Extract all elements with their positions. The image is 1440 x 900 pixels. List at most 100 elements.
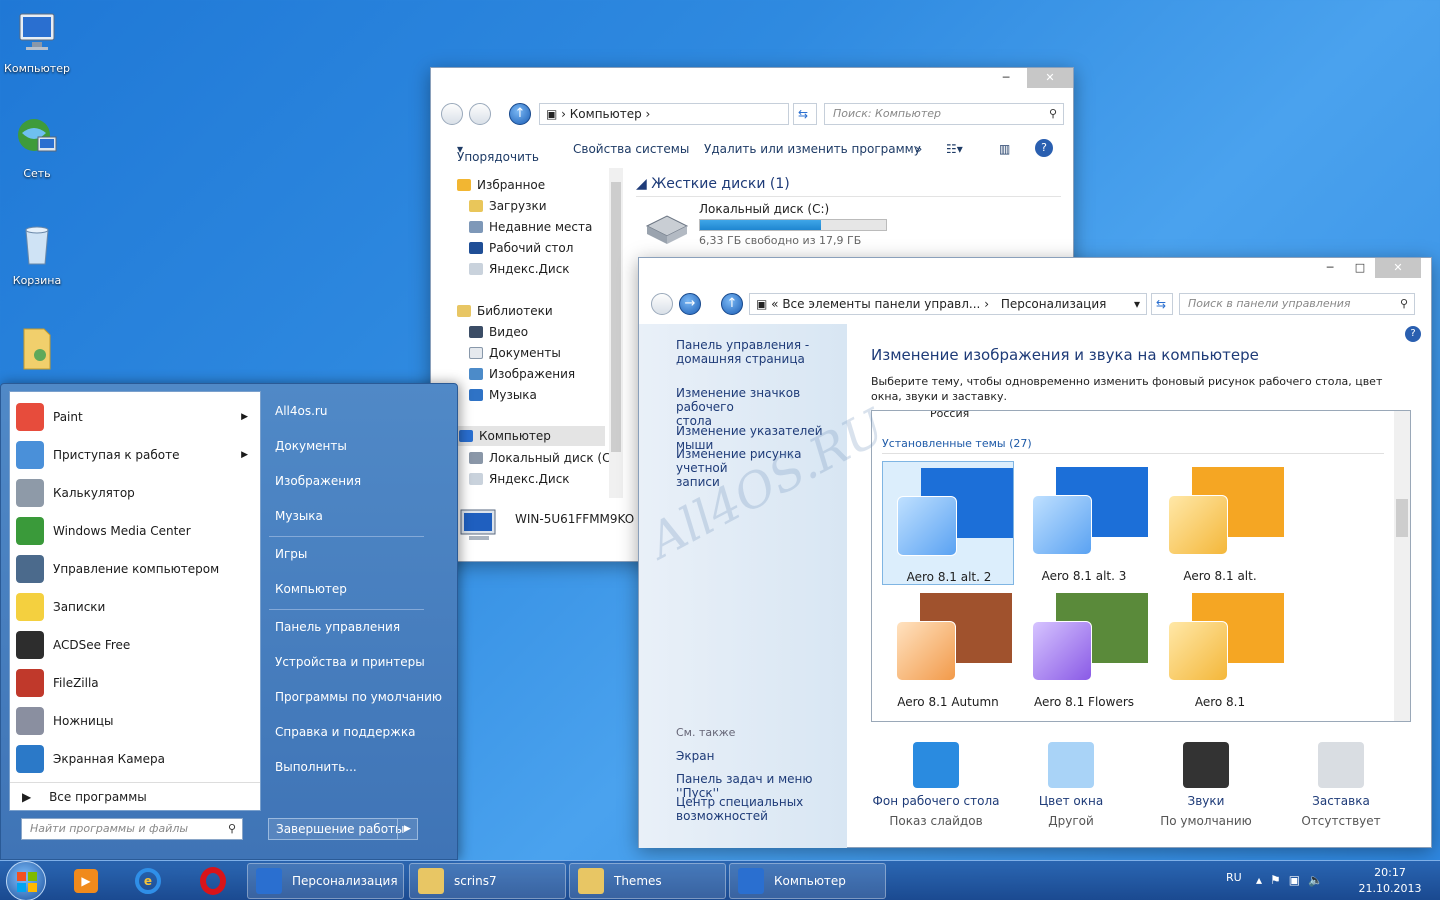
link-display[interactable]: Экран [676, 749, 714, 763]
clock[interactable]: 20:17 21.10.2013 [1350, 865, 1430, 897]
personalization-titlebar[interactable]: ─ □ ✕ [639, 258, 1431, 286]
close-button[interactable]: ✕ [1375, 258, 1421, 278]
pinned-media-player[interactable]: ▶ [70, 865, 104, 897]
start-program-item[interactable]: Записки [10, 588, 260, 626]
minimize-button[interactable]: ─ [991, 68, 1021, 88]
start-place-item[interactable]: All4os.ru [275, 404, 327, 418]
link-desktop-icons[interactable]: Изменение значков рабочего стола [676, 386, 847, 428]
tree-item-downloads[interactable]: Загрузки [469, 199, 547, 213]
help-icon[interactable]: ? [1405, 326, 1421, 342]
taskbar-button[interactable]: Персонализация [247, 863, 404, 899]
back-button[interactable] [651, 293, 673, 315]
start-program-item[interactable]: Управление компьютером [10, 550, 260, 588]
theme-item[interactable]: Aero 8.1 alt. 3 [1018, 461, 1150, 585]
start-program-item[interactable]: FileZilla [10, 664, 260, 702]
forward-button[interactable]: → [679, 293, 701, 315]
start-program-item[interactable]: Приступая к работе ▶ [10, 436, 260, 474]
refresh-button[interactable]: ⇆ [793, 103, 817, 125]
search-input[interactable]: Поиск в панели управления ⚲ [1179, 293, 1415, 315]
link-ease-of-access[interactable]: Центр специальных возможностей [676, 795, 803, 823]
start-program-item[interactable]: Экранная Камера [10, 740, 260, 778]
minimize-button[interactable]: ─ [1315, 258, 1345, 278]
start-place-item[interactable]: Устройства и принтеры [275, 655, 425, 669]
address-bar[interactable]: ▣ « Все элементы панели управл... › Перс… [749, 293, 1147, 315]
start-place-item[interactable]: Документы [275, 439, 347, 453]
theme-item[interactable]: Aero 8.1 alt. [1154, 461, 1286, 585]
help-icon[interactable]: ? [1035, 139, 1053, 157]
language-indicator[interactable]: RU [1226, 871, 1242, 884]
tray-icons[interactable]: ▴⚑▣🔈 [1256, 873, 1331, 887]
theme-setting-0[interactable]: Фон рабочего стола Показ слайдов [871, 734, 1001, 828]
start-search-input[interactable]: Найти программы и файлы ⚲ [21, 818, 243, 840]
up-button[interactable]: ↑ [509, 103, 531, 125]
start-program-item[interactable]: Калькулятор [10, 474, 260, 512]
start-program-item[interactable]: Windows Media Center [10, 512, 260, 550]
system-properties-button[interactable]: Свойства системы [573, 142, 689, 156]
theme-setting-1[interactable]: Цвет окна Другой [1006, 734, 1136, 828]
theme-list[interactable]: Россия Установленные темы (27) Aero 8.1 … [871, 410, 1411, 722]
taskbar-button[interactable]: Компьютер [729, 863, 886, 899]
start-place-item[interactable]: Справка и поддержка [275, 725, 416, 739]
tree-item-video[interactable]: Видео [469, 325, 528, 339]
close-button[interactable]: ✕ [1027, 68, 1073, 88]
desktop-icon-recycle-bin[interactable]: Корзина [2, 222, 72, 287]
start-place-item[interactable]: Выполнить... [275, 760, 357, 774]
desktop-icon-computer[interactable]: Компьютер [2, 10, 72, 75]
shutdown-button[interactable]: Завершение работы ▶ [268, 818, 418, 840]
start-place-item[interactable]: Музыка [275, 509, 323, 523]
start-program-item[interactable]: Ножницы [10, 702, 260, 740]
up-button[interactable]: ↑ [721, 293, 743, 315]
start-program-item[interactable]: ACDSee Free [10, 626, 260, 664]
taskbar-button[interactable]: Themes [569, 863, 726, 899]
pinned-internet-explorer[interactable]: e [132, 865, 166, 897]
all-programs-button[interactable]: ▶ Все программы [10, 782, 260, 810]
start-place-item[interactable]: Панель управления [275, 620, 400, 634]
tree-item-docs[interactable]: Документы [469, 346, 561, 360]
tree-item-images[interactable]: Изображения [469, 367, 575, 381]
maximize-button[interactable]: □ [1345, 258, 1375, 278]
theme-item[interactable]: Aero 8.1 [1154, 587, 1286, 711]
theme-item[interactable]: Aero 8.1 Flowers [1018, 587, 1150, 711]
start-program-item[interactable]: Paint ▶ [10, 398, 260, 436]
more-button[interactable]: » [915, 142, 922, 156]
back-button[interactable] [441, 103, 463, 125]
start-place-item[interactable]: Программы по умолчанию [275, 690, 442, 704]
section-header-hdd[interactable]: ◢ Жесткие диски (1) [636, 176, 1061, 197]
theme-setting-3[interactable]: Заставка Отсутствует [1276, 734, 1406, 828]
start-place-item[interactable]: Компьютер [275, 582, 347, 596]
personalization-window[interactable]: ─ □ ✕ → ↑ ▣ « Все элементы панели управл… [638, 257, 1432, 848]
tree-item-favorites[interactable]: Избранное [457, 178, 545, 192]
refresh-button[interactable]: ⇆ [1151, 293, 1173, 315]
preview-pane-icon[interactable]: ▥ [999, 142, 1010, 156]
tree-item-computer[interactable]: Компьютер [455, 426, 605, 446]
uninstall-button[interactable]: Удалить или изменить программу [704, 142, 921, 156]
desktop-icon-folder-user[interactable] [2, 325, 72, 377]
desktop-icon-network[interactable]: Сеть [2, 115, 72, 180]
address-bar[interactable]: ▣ › Компьютер › [539, 103, 789, 125]
tree-item-localdisk[interactable]: Локальный диск (C:) [469, 451, 619, 465]
local-disk-item[interactable]: Локальный диск (C:) 6,33 ГБ свободно из … [643, 202, 893, 252]
theme-item[interactable]: Aero 8.1 alt. 2 [882, 461, 1014, 585]
organize-button[interactable]: Упорядочить ▾ [457, 142, 539, 164]
pinned-opera[interactable] [196, 865, 230, 897]
tree-item-yadisk2[interactable]: Яндекс.Диск [469, 472, 570, 486]
start-button[interactable] [6, 861, 46, 900]
tree-item-music[interactable]: Музыка [469, 388, 537, 402]
tree-item-desktop[interactable]: Рабочий стол [469, 241, 573, 255]
explorer-titlebar[interactable]: ─ □ ✕ [431, 68, 1073, 96]
link-cpanel-home[interactable]: Панель управления - домашняя страница [676, 338, 809, 366]
tree-item-libraries[interactable]: Библиотеки [457, 304, 553, 318]
start-place-item[interactable]: Изображения [275, 474, 361, 488]
search-input[interactable]: Поиск: Компьютер ⚲ [824, 103, 1064, 125]
theme-list-scrollbar[interactable] [1394, 411, 1410, 721]
view-icon[interactable]: ☷▾ [946, 142, 963, 156]
tree-scrollbar[interactable] [609, 168, 623, 498]
tree-item-recent[interactable]: Недавние места [469, 220, 592, 234]
tree-item-yadisk[interactable]: Яндекс.Диск [469, 262, 570, 276]
start-place-item[interactable]: Игры [275, 547, 307, 561]
forward-button[interactable] [469, 103, 491, 125]
theme-item[interactable]: Aero 8.1 Autumn [882, 587, 1014, 711]
taskbar-button[interactable]: scrins7 [409, 863, 566, 899]
chevron-down-icon[interactable]: ▾ [1134, 294, 1140, 314]
theme-setting-2[interactable]: Звуки По умолчанию [1141, 734, 1271, 828]
